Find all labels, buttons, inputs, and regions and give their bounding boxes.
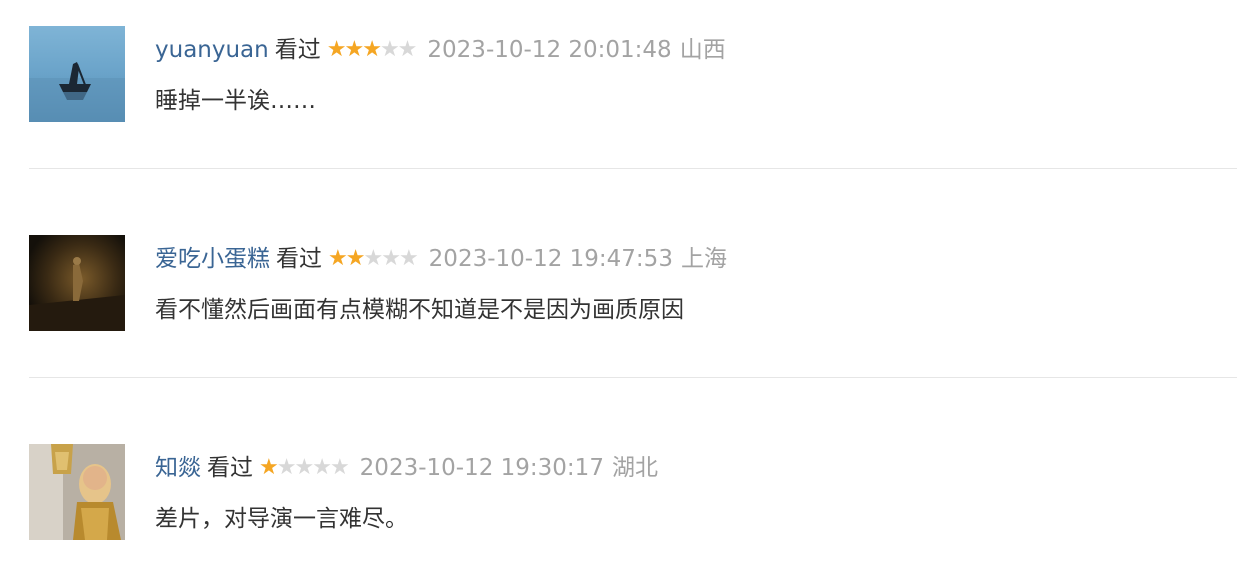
star-empty-icon: ★ — [363, 246, 383, 271]
star-filled-icon: ★ — [328, 246, 348, 271]
comment-text: 睡掉一半诶…… — [155, 88, 316, 114]
star-empty-icon: ★ — [294, 455, 314, 480]
comment-meta: 知燚 看过 ★★★★★ 2023-10-12 19:30:17 湖北 — [155, 452, 658, 484]
watch-status: 看过 — [207, 455, 253, 481]
comment-time: 2023-10-12 19:47:53 — [428, 246, 673, 272]
star-filled-icon: ★ — [344, 37, 364, 62]
comment-meta: yuanyuan 看过 ★★★★★ 2023-10-12 20:01:48 山西 — [155, 34, 726, 66]
watch-status: 看过 — [274, 37, 321, 63]
avatar[interactable] — [29, 26, 125, 122]
star-empty-icon: ★ — [381, 246, 401, 271]
avatar[interactable] — [29, 235, 125, 331]
divider — [29, 168, 1237, 169]
comment-location: 湖北 — [611, 455, 658, 481]
watch-status: 看过 — [276, 246, 322, 272]
star-empty-icon: ★ — [379, 37, 400, 62]
avatar[interactable] — [29, 444, 125, 540]
username-link[interactable]: 爱吃小蛋糕 — [155, 246, 270, 272]
star-empty-icon: ★ — [329, 455, 350, 480]
rating-stars: ★★★★★ — [328, 243, 419, 275]
comment-location: 山西 — [679, 37, 726, 63]
star-empty-icon: ★ — [312, 455, 332, 480]
comment-location: 上海 — [680, 246, 727, 272]
username-link[interactable]: 知燚 — [155, 455, 201, 481]
rating-stars: ★★★★★ — [326, 34, 418, 66]
star-filled-icon: ★ — [345, 246, 366, 271]
star-empty-icon: ★ — [397, 37, 418, 62]
rating-stars: ★★★★★ — [259, 452, 350, 484]
comment-time: 2023-10-12 19:30:17 — [359, 455, 604, 481]
comment-text: 看不懂然后画面有点模糊不知道是不是因为画质原因 — [155, 297, 684, 323]
username-link[interactable]: yuanyuan — [155, 37, 269, 63]
comment-text: 差片，对导演一言难尽。 — [155, 506, 408, 532]
comment-time: 2023-10-12 20:01:48 — [427, 37, 672, 63]
star-empty-icon: ★ — [398, 246, 419, 271]
star-filled-icon: ★ — [326, 37, 347, 62]
star-filled-icon: ★ — [259, 455, 279, 480]
star-filled-icon: ★ — [362, 37, 382, 62]
star-empty-icon: ★ — [276, 455, 297, 480]
divider — [29, 377, 1237, 378]
comment-meta: 爱吃小蛋糕 看过 ★★★★★ 2023-10-12 19:47:53 上海 — [155, 243, 727, 275]
